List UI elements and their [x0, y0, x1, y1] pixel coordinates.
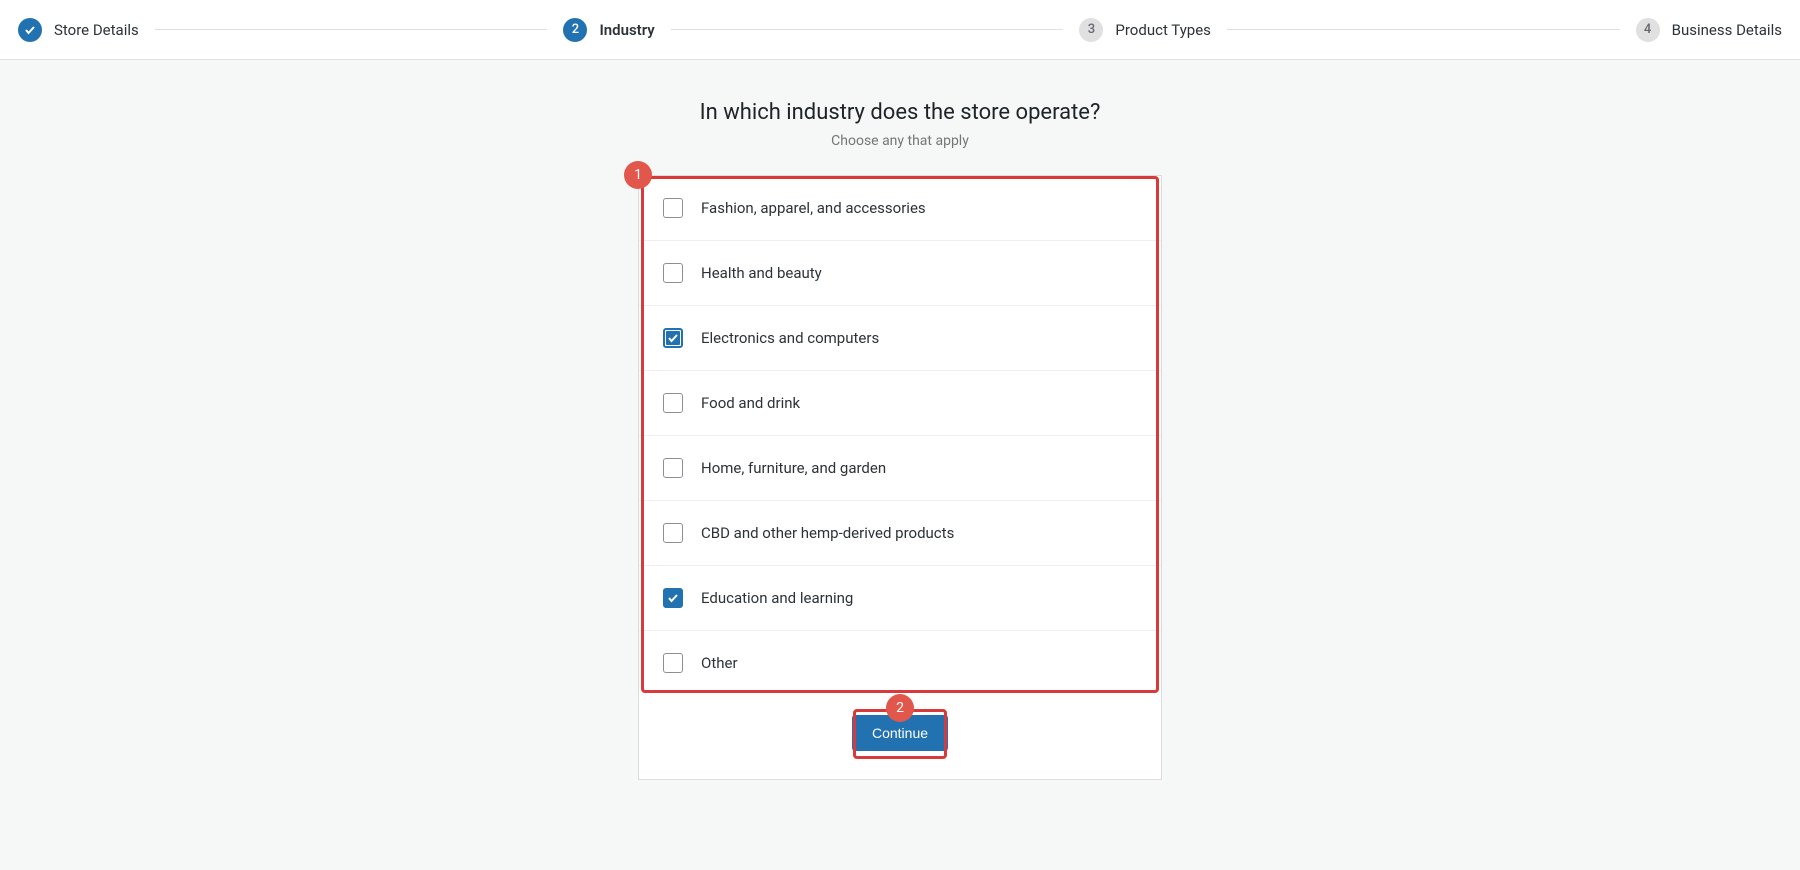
step-indicator-pending: 4 — [1636, 18, 1660, 42]
industry-card: 1 Fashion, apparel, and accessories Heal… — [638, 175, 1162, 780]
option-other[interactable]: Other — [639, 631, 1161, 695]
check-icon — [24, 24, 36, 36]
step-indicator-active: 2 — [563, 18, 587, 42]
stepper-bar: Store Details 2 Industry 3 Product Types… — [0, 0, 1800, 60]
stepper-flex: Store Details 2 Industry 3 Product Types… — [18, 18, 1782, 42]
step-divider — [671, 29, 1064, 30]
checkbox[interactable] — [663, 393, 683, 413]
step-label: Product Types — [1115, 21, 1211, 39]
options-wrap: 1 Fashion, apparel, and accessories Heal… — [639, 176, 1161, 695]
option-label: Electronics and computers — [701, 329, 879, 347]
step-label: Business Details — [1672, 21, 1782, 39]
page-title: In which industry does the store operate… — [700, 100, 1101, 125]
step-product-types[interactable]: 3 Product Types — [1079, 18, 1211, 42]
main-content: In which industry does the store operate… — [0, 60, 1800, 840]
continue-wrap: 2 Continue — [639, 695, 1161, 779]
checkbox[interactable] — [663, 458, 683, 478]
option-label: Food and drink — [701, 394, 800, 412]
step-store-details[interactable]: Store Details — [18, 18, 139, 42]
checkbox-checked[interactable] — [663, 588, 683, 608]
checkbox[interactable] — [663, 263, 683, 283]
step-business-details[interactable]: 4 Business Details — [1636, 18, 1782, 42]
check-icon — [667, 332, 679, 344]
option-home-garden[interactable]: Home, furniture, and garden — [639, 436, 1161, 501]
step-label: Store Details — [54, 21, 139, 39]
step-industry[interactable]: 2 Industry — [563, 18, 654, 42]
option-electronics[interactable]: Electronics and computers — [639, 306, 1161, 371]
option-label: Other — [701, 654, 738, 672]
checkbox-checked-focused[interactable] — [663, 328, 683, 348]
step-indicator-pending: 3 — [1079, 18, 1103, 42]
checkbox[interactable] — [663, 523, 683, 543]
page-subtitle: Choose any that apply — [831, 133, 969, 149]
option-health-beauty[interactable]: Health and beauty — [639, 241, 1161, 306]
option-label: Home, furniture, and garden — [701, 459, 886, 477]
option-label: Fashion, apparel, and accessories — [701, 199, 926, 217]
step-indicator-done — [18, 18, 42, 42]
option-education[interactable]: Education and learning — [639, 566, 1161, 631]
checkbox[interactable] — [663, 653, 683, 673]
option-label: Education and learning — [701, 589, 853, 607]
option-cbd[interactable]: CBD and other hemp-derived products — [639, 501, 1161, 566]
option-label: Health and beauty — [701, 264, 822, 282]
step-label: Industry — [599, 21, 654, 39]
checkbox[interactable] — [663, 198, 683, 218]
option-food-drink[interactable]: Food and drink — [639, 371, 1161, 436]
option-fashion[interactable]: Fashion, apparel, and accessories — [639, 176, 1161, 241]
continue-button[interactable]: Continue — [852, 715, 948, 751]
step-divider — [155, 29, 548, 30]
check-icon — [667, 592, 679, 604]
step-divider — [1227, 29, 1620, 30]
option-label: CBD and other hemp-derived products — [701, 524, 954, 542]
